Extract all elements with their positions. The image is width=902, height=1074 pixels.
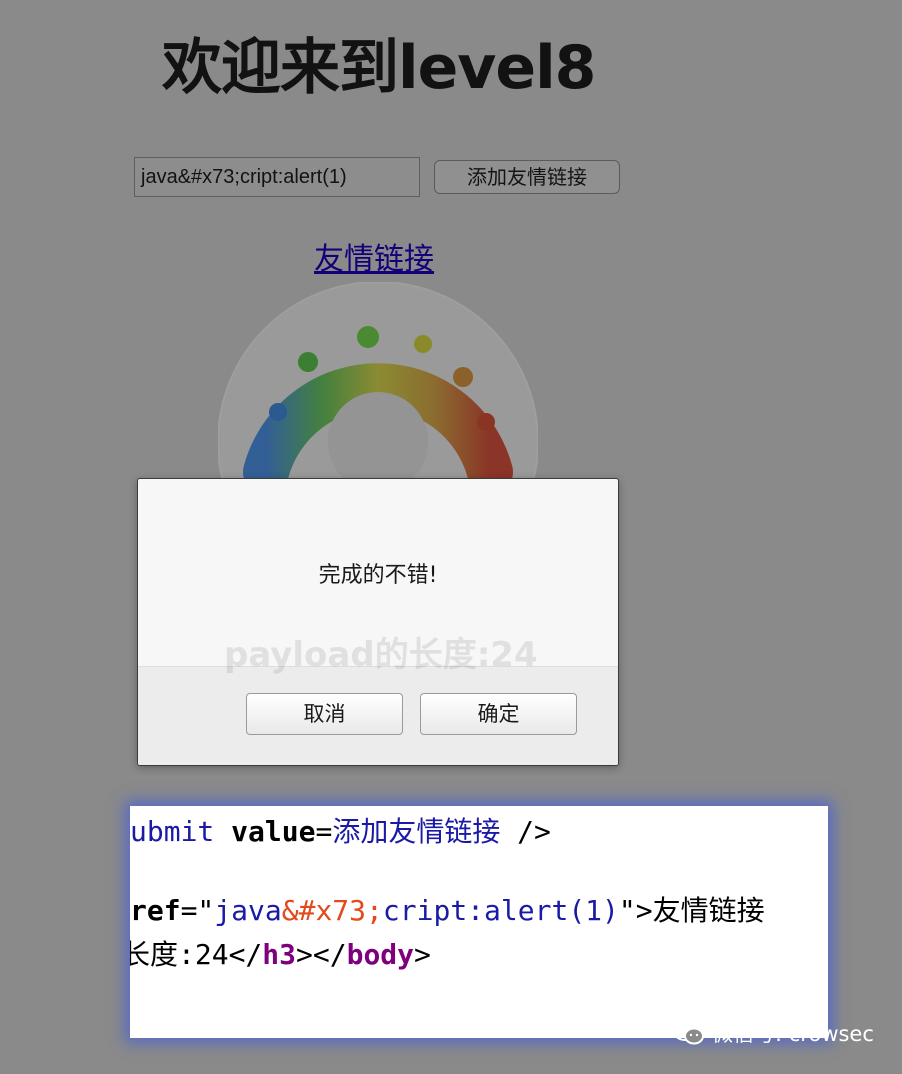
wechat-icon (673, 1021, 704, 1045)
ok-button[interactable]: 确定 (420, 693, 577, 735)
code-line-1: ubmit value=添加友情链接 /> (130, 815, 551, 848)
wechat-watermark: 微信号: crowsec (672, 1018, 874, 1048)
cancel-button[interactable]: 取消 (246, 693, 403, 735)
add-link-button[interactable]: 添加友情链接 (434, 160, 620, 194)
alert-dialog: 完成的不错! payload的长度:24 取消 确定 (137, 478, 619, 766)
dialog-footer: payload的长度:24 取消 确定 (138, 635, 618, 765)
code-line-2: ref="java&#x73;cript:alert(1)">友情链接 (130, 894, 765, 927)
page-title: 欢迎来到level8 (162, 33, 596, 103)
source-code-panel: ubmit value=添加友情链接 /> ref="java&#x73;cri… (130, 806, 828, 1038)
dialog-message: 完成的不错! (318, 563, 438, 588)
code-line-3: 长度:24</h3></body> (130, 938, 431, 971)
link-input[interactable]: java&#x73;cript:alert(1) (134, 157, 420, 197)
friend-link[interactable]: 友情链接 (314, 240, 434, 280)
payload-length-ghost: payload的长度:24 (224, 635, 538, 675)
watermark-text: 微信号: crowsec (712, 1022, 874, 1046)
